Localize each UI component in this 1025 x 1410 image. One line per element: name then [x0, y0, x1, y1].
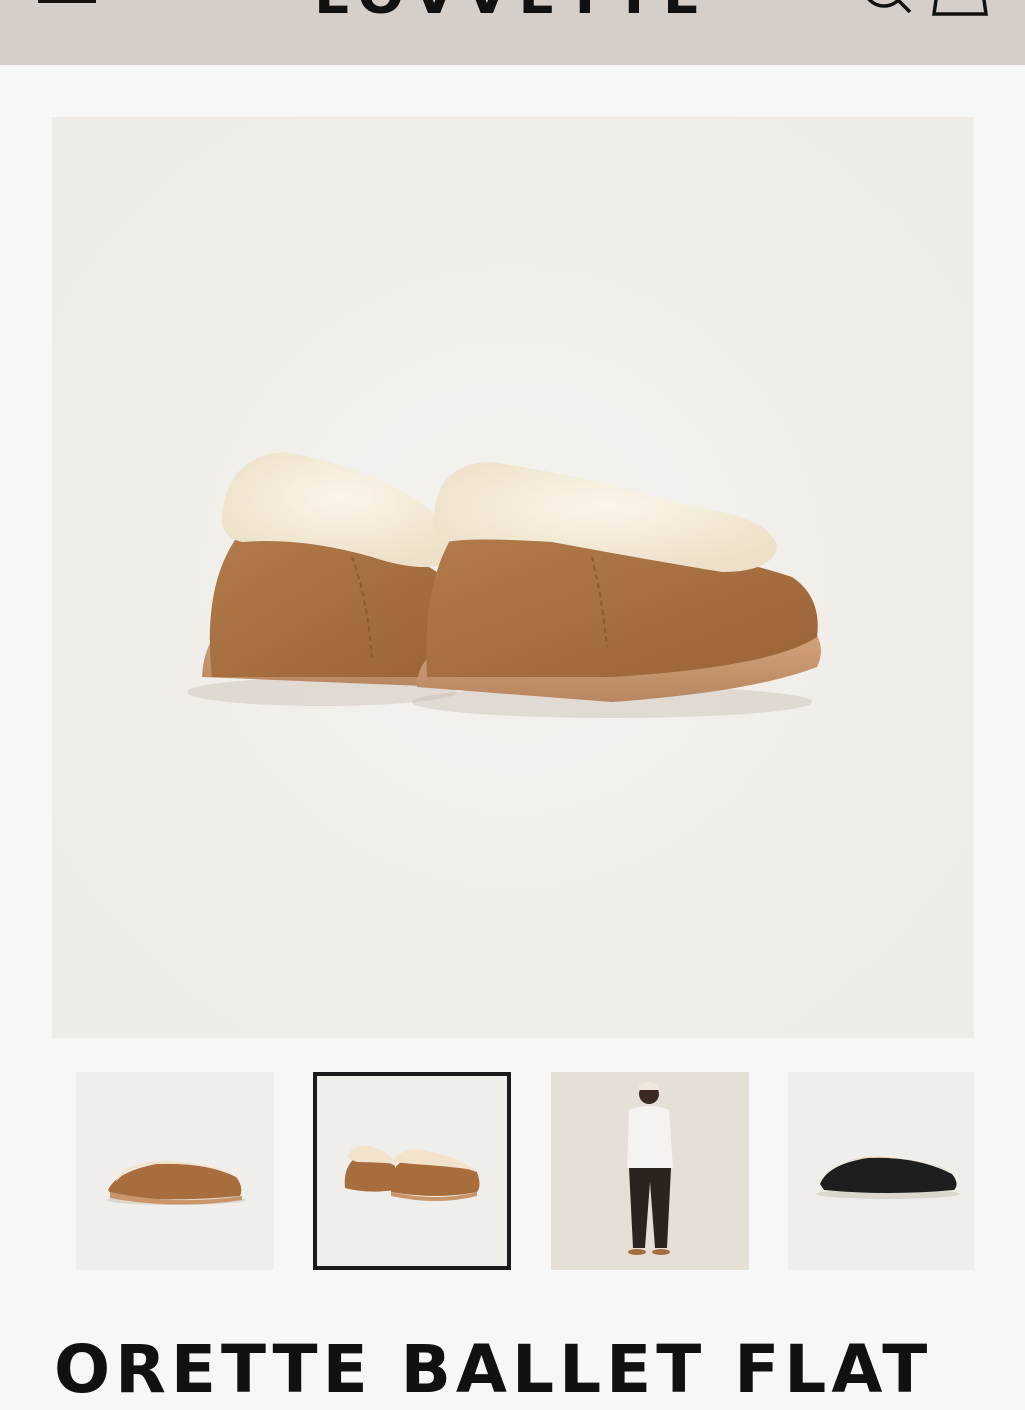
main-product-image[interactable]	[52, 117, 974, 1038]
chestnut-flat-pair-image	[344, 1145, 480, 1201]
shopping-bag-icon[interactable]	[930, 0, 990, 23]
model-wearing-flats-image	[627, 1082, 673, 1255]
site-header: LOVVETTE	[0, 0, 1025, 65]
chestnut-flat-side-image	[106, 1160, 246, 1205]
black-flat-side-image	[816, 1156, 960, 1199]
thumbnail-model-view[interactable]	[551, 1072, 749, 1270]
product-title: ORETTE BALLET FLAT	[54, 1331, 933, 1408]
thumbnail-rear-view[interactable]	[313, 1072, 511, 1270]
thumbnail-side-view[interactable]	[76, 1072, 274, 1270]
thumbnail-black-flat[interactable]	[788, 1072, 974, 1270]
search-icon[interactable]	[862, 0, 914, 21]
ballet-flat-pair-rear-image	[52, 117, 974, 1038]
